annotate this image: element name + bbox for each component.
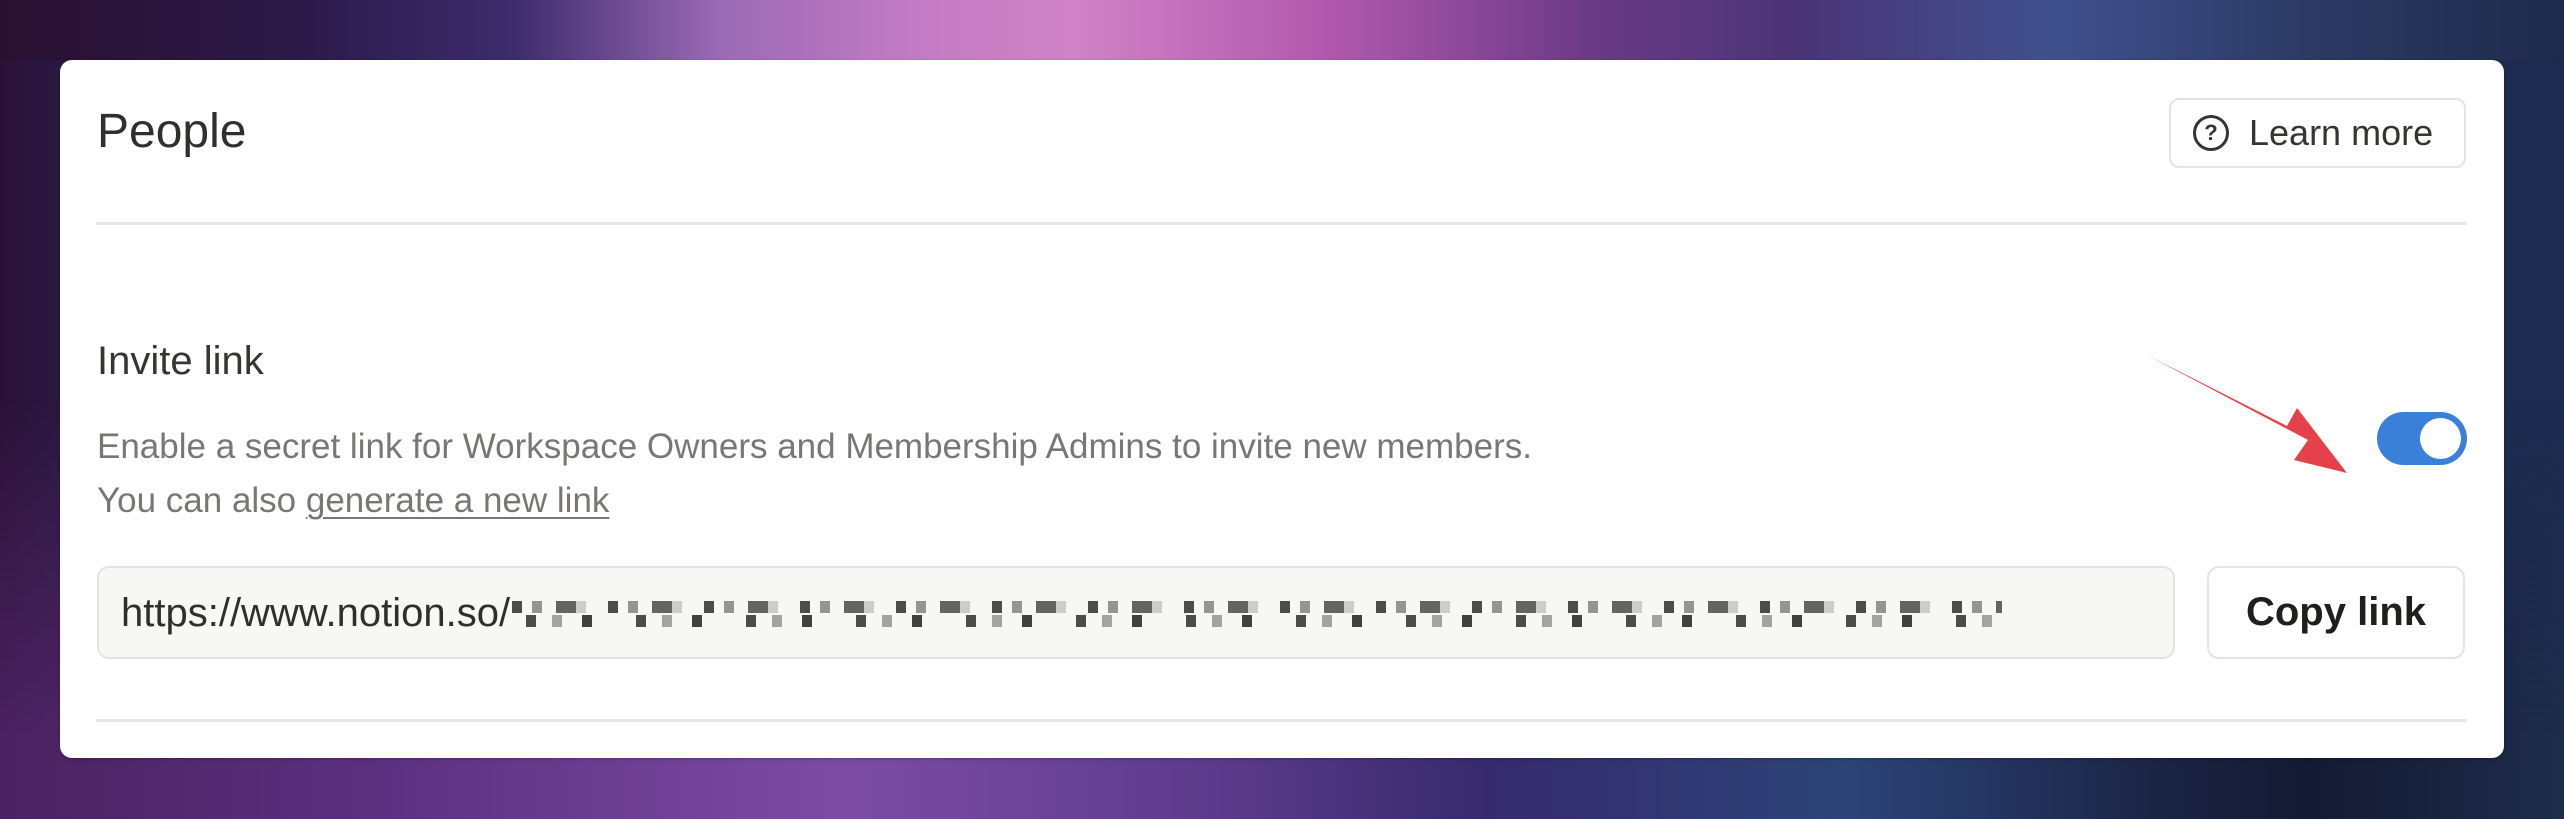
invite-url-field[interactable]: https://www.notion.so/: [97, 566, 2175, 659]
header-divider: [96, 222, 2467, 225]
generate-link-prefix: You can also: [97, 481, 306, 520]
redacted-url-segment: [512, 594, 2003, 631]
section-divider: [96, 719, 2467, 722]
invite-url-text: https://www.notion.so/: [121, 590, 511, 635]
copy-link-button[interactable]: Copy link: [2207, 566, 2465, 659]
learn-more-label: Learn more: [2249, 112, 2434, 153]
page-title: People: [97, 105, 247, 158]
people-settings-card: People ? Learn more Invite link Enable a…: [60, 60, 2504, 758]
invite-link-description: Enable a secret link for Workspace Owner…: [97, 420, 1532, 528]
generate-new-link[interactable]: generate a new link: [306, 481, 610, 520]
invite-link-description-text: Enable a secret link for Workspace Owner…: [97, 427, 1532, 466]
invite-link-title: Invite link: [97, 339, 264, 383]
learn-more-button[interactable]: ? Learn more: [2169, 98, 2466, 168]
arrow-shape: [2145, 354, 2347, 473]
red-arrow-annotation-icon: [2145, 354, 2347, 473]
help-circle-icon: ?: [2193, 115, 2229, 151]
